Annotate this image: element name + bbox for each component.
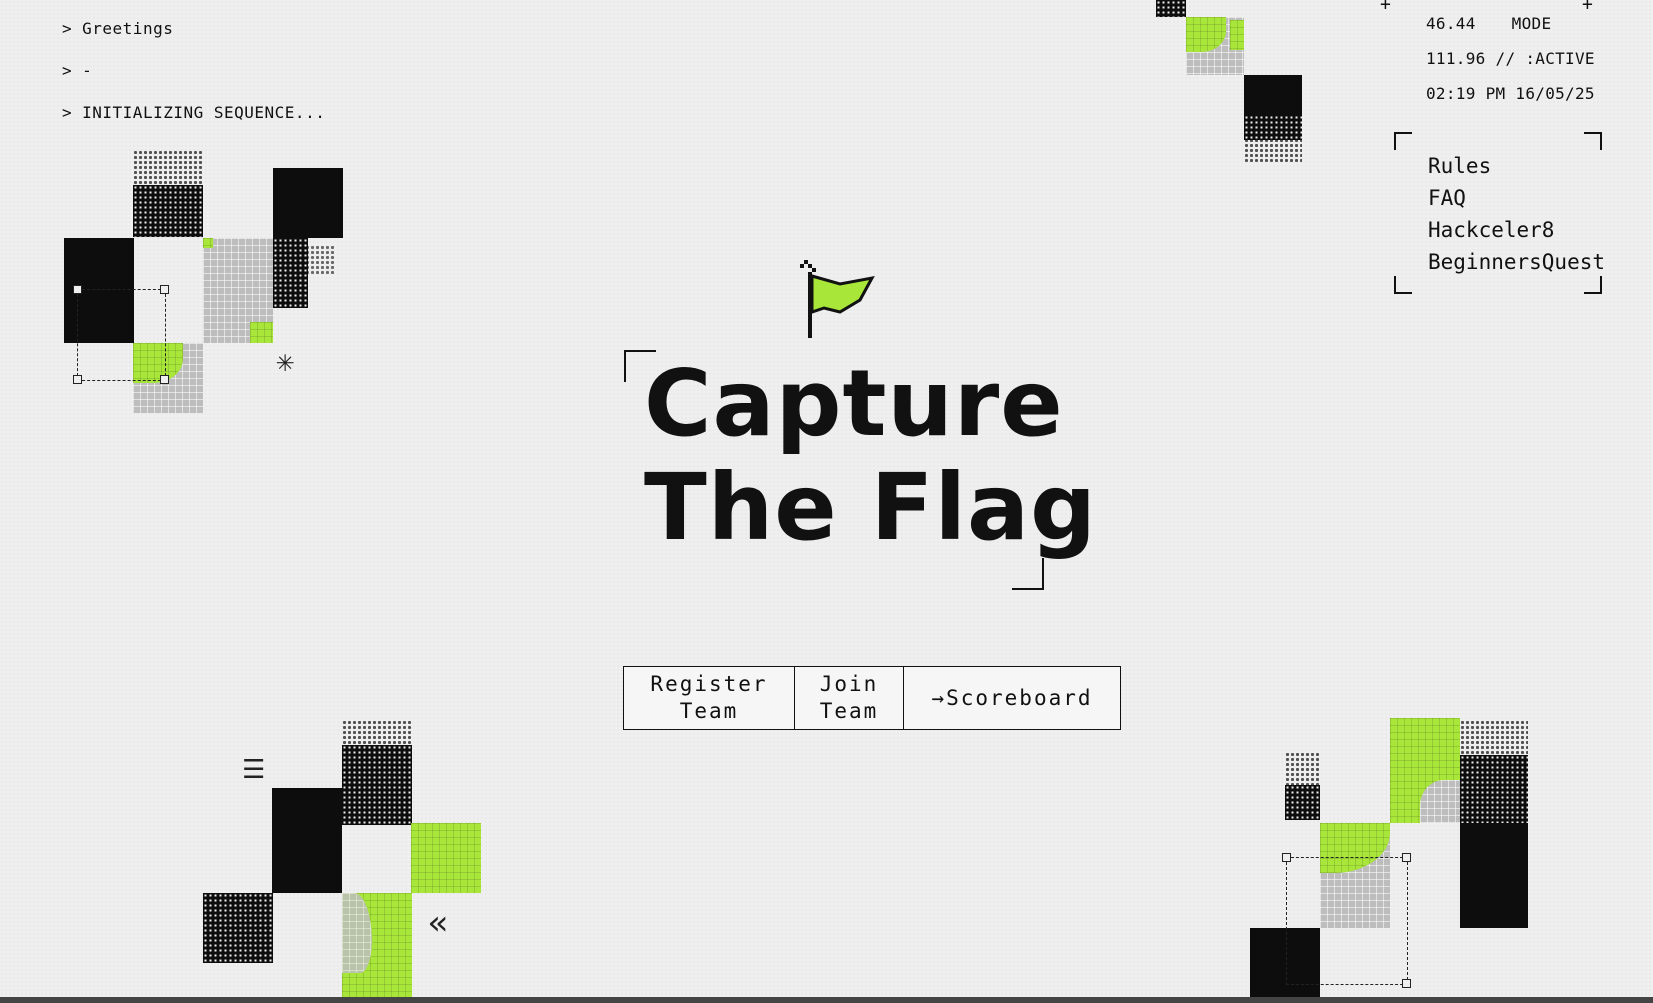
side-nav: Rules FAQ Hackceler8 BeginnersQuest (1394, 132, 1605, 294)
hero-title-frame: Capture The Flag (624, 350, 1096, 590)
lines-icon: ☰ (242, 755, 266, 785)
status-readout: 46.44 MODE 111.96 // :ACTIVE 02:19 PM 16/… (1426, 6, 1595, 111)
nav-item-hackceler8[interactable]: Hackceler8 (1428, 214, 1605, 246)
terminal-log: > Greetings > - > INITIALIZING SEQUENCE... (62, 8, 325, 134)
chevrons-left-icon: « (428, 903, 449, 943)
page-title: Capture The Flag (644, 350, 1097, 561)
plus-marker: + (1380, 0, 1391, 15)
flag-icon (800, 260, 875, 338)
nav-item-rules[interactable]: Rules (1428, 150, 1605, 182)
terminal-line: > Greetings (62, 19, 174, 38)
terminal-line: > INITIALIZING SEQUENCE... (62, 103, 326, 122)
nav-item-faq[interactable]: FAQ (1428, 182, 1605, 214)
status-row: 46.44 MODE (1426, 14, 1552, 33)
status-datetime: 02:19 PM 16/05/25 (1426, 84, 1595, 103)
bottom-edge-bar (0, 997, 1653, 1003)
nav-item-beginnersquest[interactable]: BeginnersQuest (1428, 246, 1605, 278)
status-row: 111.96 // :ACTIVE (1426, 49, 1595, 68)
scoreboard-button[interactable]: →Scoreboard (903, 666, 1121, 730)
asterisk-icon: ✳ (276, 344, 295, 379)
terminal-line: > - (62, 61, 93, 80)
action-buttons: Register Team Join Team →Scoreboard (623, 666, 1121, 732)
nav-list: Rules FAQ Hackceler8 BeginnersQuest (1428, 150, 1605, 278)
register-team-button[interactable]: Register Team (623, 666, 795, 730)
join-team-button[interactable]: Join Team (793, 666, 905, 730)
